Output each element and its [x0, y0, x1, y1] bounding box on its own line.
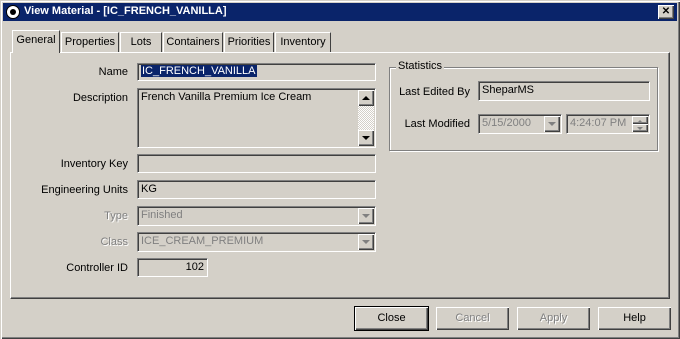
- engineering-units-field[interactable]: KG: [137, 180, 376, 199]
- controller-id-label: Controller ID: [66, 262, 128, 274]
- description-value: French Vanilla Premium Ice Cream: [141, 91, 312, 103]
- cancel-button[interactable]: Cancel: [436, 307, 509, 330]
- name-value: IC_FRENCH_VANILLA: [141, 65, 257, 77]
- last-modified-date-value: 5/15/2000: [482, 117, 531, 129]
- close-icon: ✕: [661, 6, 671, 17]
- inventory-key-field[interactable]: [137, 154, 376, 173]
- tab-inventory[interactable]: Inventory: [275, 32, 331, 52]
- last-modified-label: Last Modified: [404, 118, 470, 130]
- class-select[interactable]: ICE_CREAM_PREMIUM: [137, 232, 376, 252]
- type-dropdown-button[interactable]: [358, 208, 374, 224]
- name-label: Name: [98, 66, 128, 78]
- tab-priorities[interactable]: Priorities: [224, 32, 274, 52]
- controller-id-field[interactable]: 102: [137, 258, 208, 277]
- time-spinner[interactable]: [632, 116, 648, 132]
- last-edited-by-label: Last Edited By: [399, 86, 470, 98]
- tab-containers[interactable]: Containers: [163, 32, 223, 52]
- date-dropdown-button[interactable]: [544, 116, 560, 132]
- description-scrollbar[interactable]: [358, 90, 374, 146]
- tab-properties[interactable]: Properties: [61, 32, 119, 52]
- scroll-up-arrow[interactable]: [358, 90, 374, 106]
- spin-down-arrow[interactable]: [632, 124, 648, 132]
- description-label: Description: [72, 92, 128, 104]
- tab-lots[interactable]: Lots: [120, 32, 162, 52]
- description-field[interactable]: French Vanilla Premium Ice Cream: [137, 88, 376, 148]
- class-value: ICE_CREAM_PREMIUM: [141, 235, 264, 247]
- tab-general[interactable]: General: [12, 30, 60, 53]
- statistics-group: [389, 67, 658, 151]
- help-button[interactable]: Help: [598, 307, 671, 330]
- apply-button[interactable]: Apply: [517, 307, 590, 330]
- class-dropdown-button[interactable]: [358, 234, 374, 250]
- type-value: Finished: [141, 209, 183, 221]
- scroll-down-arrow[interactable]: [358, 130, 374, 146]
- inventory-key-label: Inventory Key: [60, 158, 128, 170]
- spin-up-arrow[interactable]: [632, 116, 648, 124]
- statistics-title: Statistics: [396, 60, 445, 72]
- last-edited-by-field[interactable]: SheparMS: [478, 81, 650, 101]
- last-modified-time-value: 4:24:07 PM: [570, 117, 627, 129]
- close-button[interactable]: Close: [354, 306, 429, 331]
- close-window-button[interactable]: ✕: [658, 5, 674, 19]
- class-label: Class: [100, 236, 128, 248]
- engineering-units-label: Engineering Units: [41, 184, 128, 196]
- type-label: Type: [104, 210, 128, 222]
- app-icon: [5, 4, 21, 20]
- type-select[interactable]: Finished: [137, 206, 376, 226]
- title-bar[interactable]: View Material - [IC_FRENCH_VANILLA] ✕: [3, 3, 677, 21]
- name-field[interactable]: IC_FRENCH_VANILLA: [137, 63, 376, 81]
- window-title: View Material - [IC_FRENCH_VANILLA]: [24, 5, 227, 17]
- scroll-track[interactable]: [358, 106, 374, 130]
